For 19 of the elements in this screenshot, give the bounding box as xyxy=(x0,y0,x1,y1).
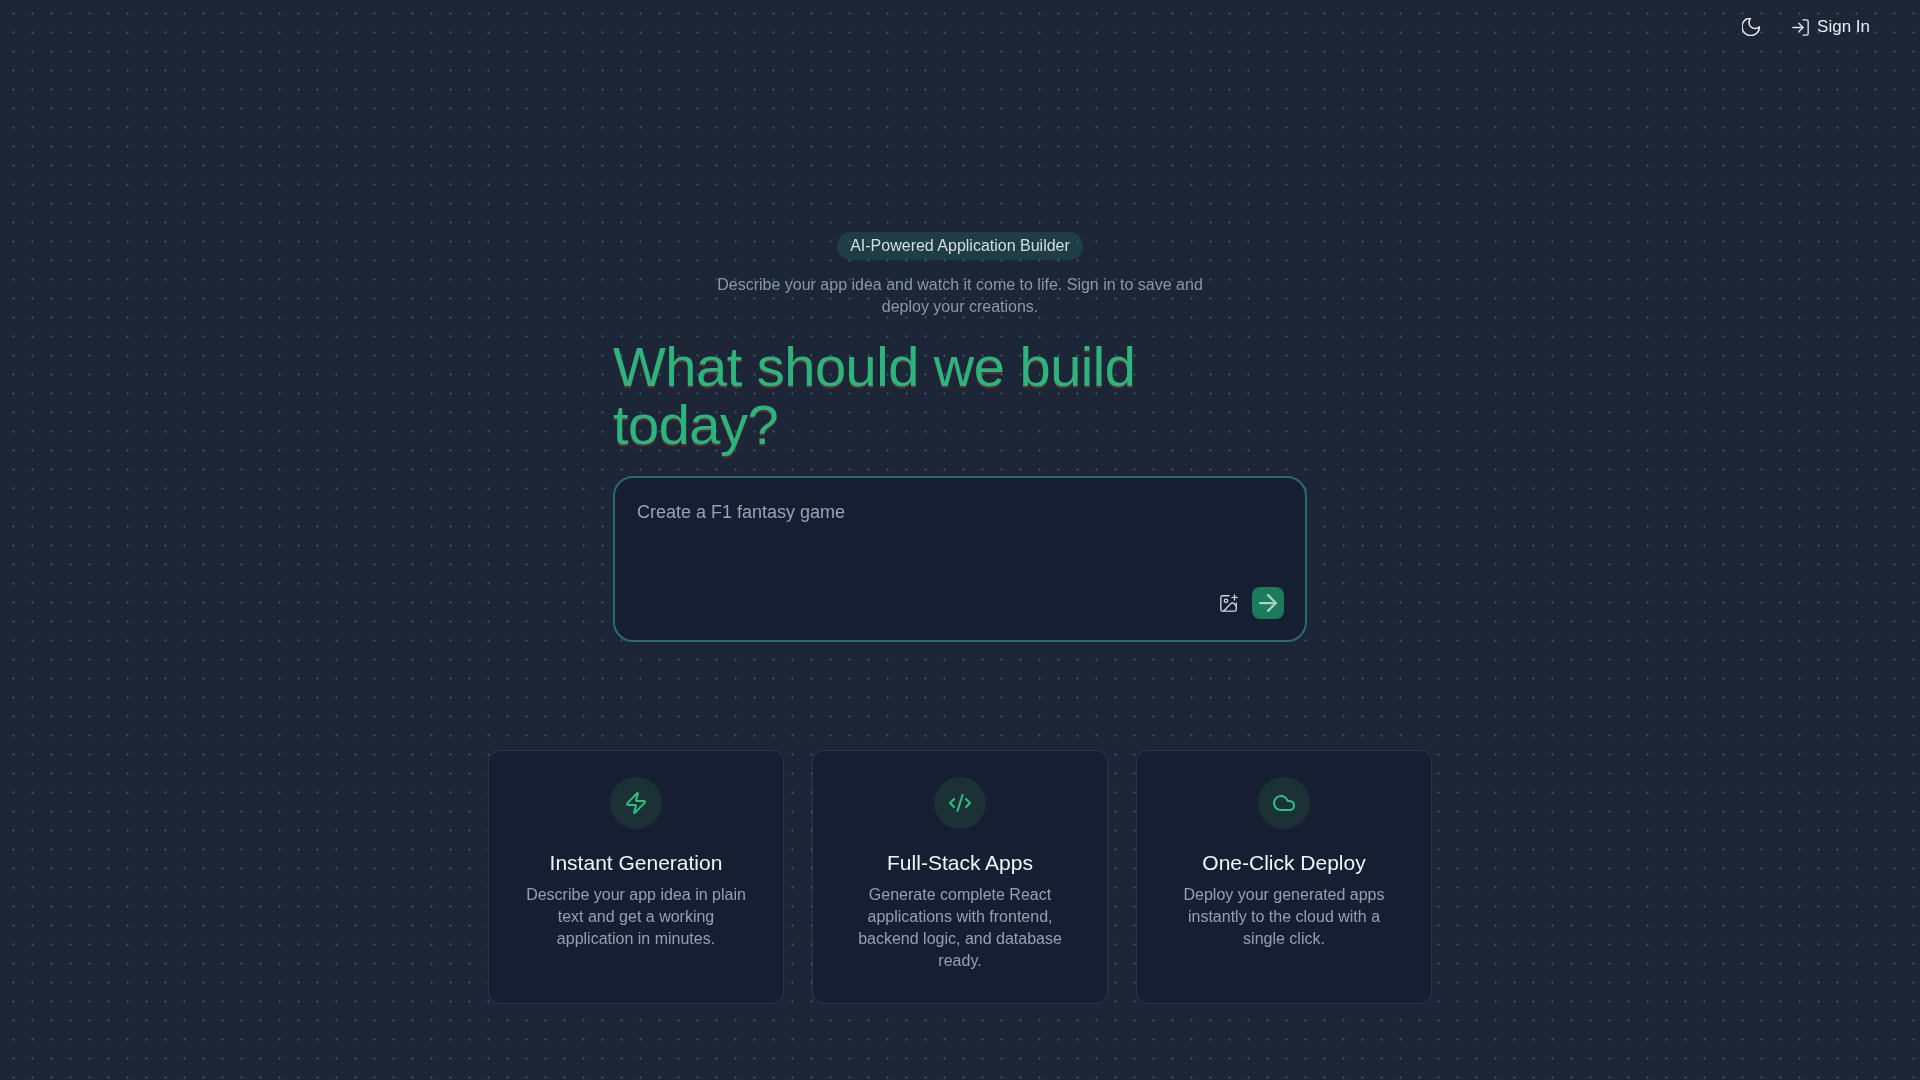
card-title: One-Click Deploy xyxy=(1202,850,1366,876)
heading: What should we build today? xyxy=(613,338,1137,454)
code-icon xyxy=(934,777,986,829)
image-plus-icon[interactable] xyxy=(1220,594,1238,612)
arrow-right-icon xyxy=(1259,594,1277,612)
card-title: Full-Stack Apps xyxy=(887,850,1033,876)
badge: AI-Powered Application Builder xyxy=(837,232,1083,260)
prompt-field[interactable]: Create a F1 fantasy game xyxy=(613,476,1307,642)
cloud-icon xyxy=(1258,777,1310,829)
send-button[interactable] xyxy=(1252,587,1284,619)
sign-in-button[interactable]: Sign In xyxy=(1782,11,1880,43)
moon-icon[interactable] xyxy=(1742,18,1761,36)
lightning-icon xyxy=(610,777,662,829)
card-title: Instant Generation xyxy=(549,850,723,876)
sign-in-icon xyxy=(1792,18,1810,36)
subtitle: Describe your app idea and watch it come to life. Sign in to save and deploy your creations. xyxy=(716,275,1204,317)
card-description: Deploy your generated apps instantly to the cloud with a single click. xyxy=(1182,885,1386,949)
card-description: Describe your app idea in plain text and get a working application in minutes. xyxy=(525,885,747,949)
card-description: Generate complete React applications with frontend, backend logic, and database ready. xyxy=(857,885,1063,971)
